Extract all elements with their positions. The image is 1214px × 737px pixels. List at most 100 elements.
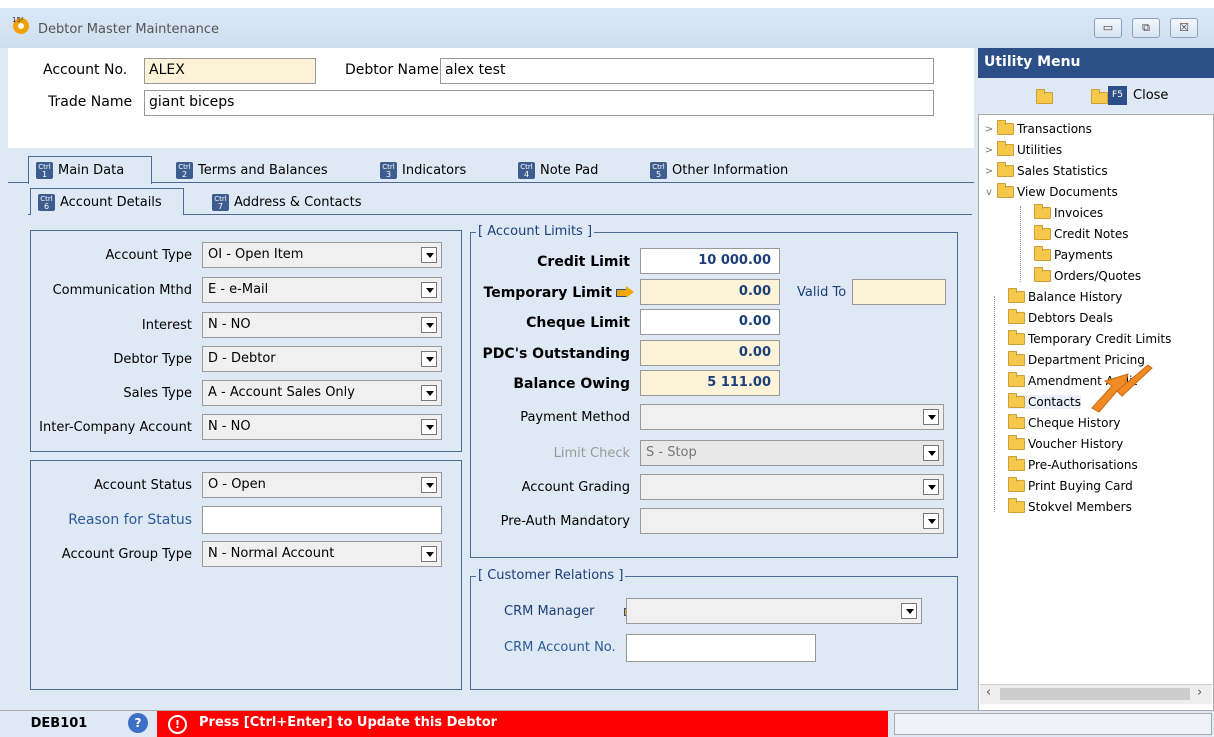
trade-name-field[interactable]: giant biceps: [144, 90, 934, 116]
tree-item-pre-authorisations[interactable]: Pre-Authorisations: [1008, 456, 1138, 472]
tree-item-debtors-deals[interactable]: Debtors Deals: [1008, 309, 1113, 325]
payment-method-select[interactable]: [640, 404, 944, 430]
chevron-down-icon: [923, 445, 939, 461]
tree-item-payments[interactable]: Payments: [1034, 246, 1113, 262]
scroll-left-icon[interactable]: ‹: [986, 685, 991, 700]
folder-icon: [1008, 309, 1025, 324]
tree-item-cheque-history[interactable]: Cheque History: [1008, 414, 1120, 430]
tree-item-voucher-history[interactable]: Voucher History: [1008, 435, 1123, 451]
chevron-down-icon: [421, 247, 437, 263]
credit-limit-label: Credit Limit: [537, 254, 630, 270]
alert-icon: !: [168, 715, 187, 734]
crm-manager-label: CRM Manager: [504, 604, 595, 619]
crm-account-no-label: CRM Account No.: [504, 640, 616, 655]
account-grading-label: Account Grading: [521, 480, 630, 495]
ctrl-key-icon: Ctrl 5: [650, 161, 667, 179]
folder-icon: [1008, 435, 1025, 450]
account-status-label: Account Status: [93, 478, 192, 493]
ctrl-key-icon: Ctrl 7: [212, 193, 229, 211]
close-utility-button[interactable]: F5 Close: [1108, 86, 1168, 105]
account-group-type-select[interactable]: N - Normal Account: [202, 541, 442, 567]
help-icon[interactable]: ?: [128, 713, 148, 733]
temporary-limit-field[interactable]: 0.00: [640, 279, 780, 305]
chevron-right-icon[interactable]: >: [984, 166, 994, 177]
folder-icon: [997, 141, 1014, 156]
tree-item-orders-quotes[interactable]: Orders/Quotes: [1034, 267, 1141, 283]
chevron-down-icon: [421, 282, 437, 298]
folder-icon: [1008, 477, 1025, 492]
tab-terms-balances[interactable]: Ctrl 2 Terms and Balances: [176, 157, 328, 183]
pre-auth-mandatory-select[interactable]: [640, 508, 944, 534]
debtor-type-select[interactable]: D - Debtor: [202, 346, 442, 372]
chevron-right-icon[interactable]: >: [984, 145, 994, 156]
cheque-limit-label: Cheque Limit: [526, 315, 630, 331]
debtor-name-field[interactable]: alex test: [440, 58, 934, 84]
account-type-select[interactable]: OI - Open Item: [202, 242, 442, 268]
account-grading-select[interactable]: [640, 474, 944, 500]
account-type-label: Account Type: [105, 248, 192, 263]
customer-relations-panel: [470, 576, 958, 690]
folder-icon: [1034, 225, 1051, 240]
crm-account-no-field[interactable]: [626, 634, 816, 662]
chevron-right-icon[interactable]: >: [984, 124, 994, 135]
interest-select[interactable]: N - NO: [202, 312, 442, 338]
chevron-down-icon: [923, 513, 939, 529]
reason-for-status-label: Reason for Status: [68, 512, 192, 528]
tree-item-temporary-credit-limits[interactable]: Temporary Credit Limits: [1008, 330, 1171, 346]
customer-relations-legend: [ Customer Relations ]: [476, 568, 626, 583]
cheque-limit-field[interactable]: 0.00: [640, 309, 780, 335]
chevron-down-icon: [421, 419, 437, 435]
status-panel-right: [894, 713, 1212, 735]
tree-item-balance-history[interactable]: Balance History: [1008, 288, 1122, 304]
credit-limit-field[interactable]: 10 000.00: [640, 248, 780, 274]
tab-main-data[interactable]: Ctrl 1 Main Data: [36, 157, 124, 183]
folder-icon: [997, 183, 1014, 198]
folder-icon: [997, 120, 1014, 135]
tree-item-sales-statistics[interactable]: > Sales Statistics: [984, 162, 1108, 178]
folder-icon: [1008, 414, 1025, 429]
chevron-down-icon: [421, 477, 437, 493]
tree-item-view-documents[interactable]: v View Documents: [984, 183, 1118, 199]
chevron-down-icon: [901, 603, 917, 619]
account-no-field[interactable]: ALEX: [144, 58, 316, 84]
crm-manager-select[interactable]: [626, 598, 922, 624]
ctrl-key-icon: Ctrl 2: [176, 161, 193, 179]
tree-item-credit-notes[interactable]: Credit Notes: [1034, 225, 1129, 241]
pre-auth-mandatory-label: Pre-Auth Mandatory: [500, 514, 630, 529]
tree-item-stokvel-members[interactable]: Stokvel Members: [1008, 498, 1132, 514]
svg-text:15²: 15²: [12, 16, 24, 24]
minimize-button[interactable]: ▭: [1094, 18, 1122, 38]
chevron-down-icon: [421, 546, 437, 562]
tree-item-print-buying-card[interactable]: Print Buying Card: [1008, 477, 1133, 493]
open-folder-icon[interactable]: [1036, 89, 1054, 104]
chevron-down-icon[interactable]: v: [984, 187, 994, 198]
subtab-address-contacts[interactable]: Ctrl 7 Address & Contacts: [212, 189, 362, 215]
close-window-button[interactable]: ☒: [1170, 18, 1198, 38]
scroll-right-icon[interactable]: ›: [1197, 685, 1202, 700]
maximize-button[interactable]: ⧉: [1132, 18, 1160, 38]
tree-item-utilities[interactable]: > Utilities: [984, 141, 1062, 157]
limit-check-select: S - Stop: [640, 440, 944, 466]
sales-type-select[interactable]: A - Account Sales Only: [202, 380, 442, 406]
subtab-account-details[interactable]: Ctrl 6 Account Details: [38, 189, 162, 215]
arrow-right-icon[interactable]: [616, 286, 634, 298]
folder-icon[interactable]: [1091, 89, 1109, 104]
tree-item-invoices[interactable]: Invoices: [1034, 204, 1103, 220]
communication-mthd-label: Communication Mthd: [52, 283, 192, 298]
reason-for-status-field[interactable]: [202, 506, 442, 534]
tab-other-information[interactable]: Ctrl 5 Other Information: [650, 157, 788, 183]
tree-guide-line: [994, 296, 995, 512]
tree-item-transactions[interactable]: > Transactions: [984, 120, 1092, 136]
communication-mthd-select[interactable]: E - e-Mail: [202, 277, 442, 303]
folder-icon: [1008, 372, 1025, 387]
tab-note-pad[interactable]: Ctrl 4 Note Pad: [518, 157, 598, 183]
account-status-select[interactable]: O - Open: [202, 472, 442, 498]
scrollbar-thumb[interactable]: [1000, 688, 1190, 700]
tree-item-contacts[interactable]: Contacts: [1008, 393, 1081, 409]
pdc-outstanding-label: PDC's Outstanding: [482, 346, 630, 362]
pdc-outstanding-field: 0.00: [640, 340, 780, 366]
tab-indicators[interactable]: Ctrl 3 Indicators: [380, 157, 466, 183]
inter-company-select[interactable]: N - NO: [202, 414, 442, 440]
inter-company-label: Inter-Company Account: [39, 420, 192, 435]
valid-to-field[interactable]: [852, 279, 946, 305]
